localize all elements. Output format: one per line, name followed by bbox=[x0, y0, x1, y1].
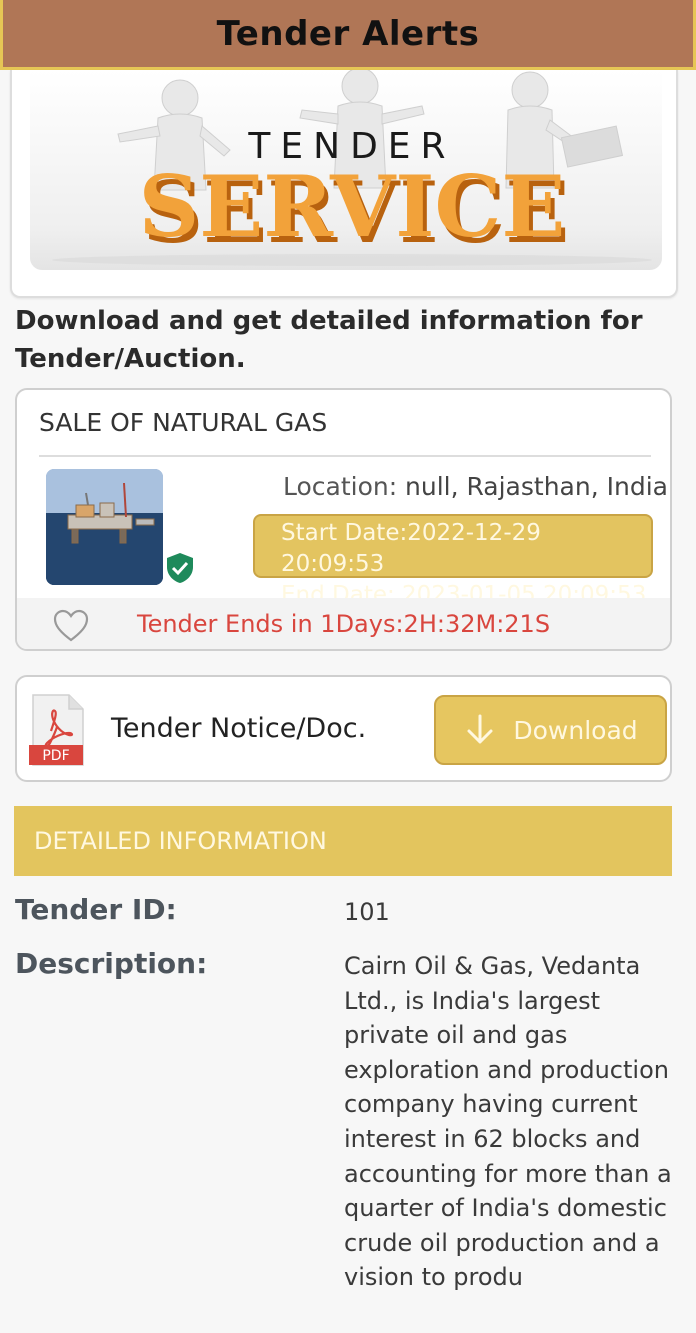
verified-shield-icon bbox=[165, 552, 195, 584]
divider bbox=[39, 455, 651, 457]
heart-icon[interactable] bbox=[53, 609, 89, 643]
intro-text: Download and get detailed information fo… bbox=[15, 306, 643, 374]
pdf-file-icon: PDF bbox=[29, 693, 87, 767]
detailed-info-header: DETAILED INFORMATION bbox=[14, 806, 672, 876]
tender-name: SALE OF NATURAL GAS bbox=[39, 408, 328, 437]
banner-card: TENDER SERVICE SERVICE bbox=[10, 70, 678, 298]
svg-text:PDF: PDF bbox=[42, 748, 69, 764]
download-button[interactable]: Download bbox=[434, 695, 667, 765]
date-range-box: Start Date:2022-12-29 20:09:53 End Date:… bbox=[253, 514, 653, 608]
tender-id-value: 101 bbox=[344, 898, 390, 926]
app-title: Tender Alerts bbox=[216, 13, 480, 54]
countdown-text: Tender Ends in 1Days:2H:32M:21S bbox=[137, 610, 551, 638]
download-label: Download bbox=[513, 715, 638, 745]
tender-thumbnail bbox=[46, 469, 163, 585]
tender-id-label: Tender ID: bbox=[15, 893, 177, 926]
svg-text:SERVICE: SERVICE bbox=[139, 157, 566, 256]
tender-card[interactable]: SALE OF NATURAL GAS Location: null, Raja… bbox=[15, 388, 672, 651]
start-date: Start Date:2022-12-29 20:09:53 bbox=[281, 520, 541, 577]
tender-card-footer: Tender Ends in 1Days:2H:32M:21S bbox=[17, 598, 670, 649]
location-label: Location: bbox=[283, 472, 398, 501]
detailed-info-title: DETAILED INFORMATION bbox=[34, 827, 327, 855]
description-value: Cairn Oil & Gas, Vedanta Ltd., is India'… bbox=[344, 952, 672, 1292]
app-header: Tender Alerts bbox=[0, 0, 696, 70]
description-label: Description: bbox=[15, 947, 208, 980]
document-label: Tender Notice/Doc. bbox=[111, 713, 367, 744]
download-arrow-icon bbox=[467, 714, 493, 744]
location-value: null, Rajasthan, India bbox=[405, 472, 668, 501]
tender-service-banner: TENDER SERVICE SERVICE bbox=[30, 70, 662, 270]
document-card: PDF Tender Notice/Doc. Download bbox=[15, 675, 672, 782]
banner-illustration: TENDER SERVICE SERVICE bbox=[52, 70, 652, 266]
